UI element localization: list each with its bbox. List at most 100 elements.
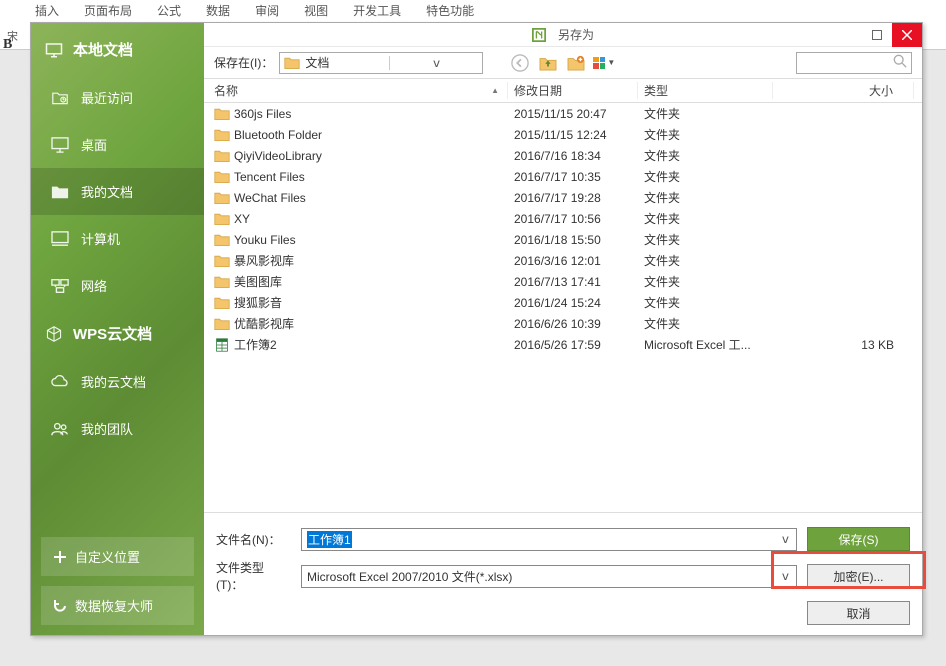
file-name: 搜狐影音 xyxy=(234,294,282,311)
sidebar-item-label: 计算机 xyxy=(81,229,120,248)
sidebar: 本地文档 最近访问 桌面 我的文档 计算机 网络 WPS云文档 我的 xyxy=(31,23,204,635)
sidebar-header-cloud: WPS云文档 xyxy=(31,317,204,358)
maximize-button[interactable] xyxy=(862,23,892,47)
file-date: 2016/6/26 10:39 xyxy=(508,317,638,331)
file-name: QiyiVideoLibrary xyxy=(234,149,322,163)
sidebar-item-team[interactable]: 我的团队 xyxy=(31,405,204,452)
sidebar-item-computer[interactable]: 计算机 xyxy=(31,215,204,262)
close-button[interactable] xyxy=(892,23,922,47)
cancel-button[interactable]: 取消 xyxy=(807,601,910,625)
sidebar-item-label: 桌面 xyxy=(81,135,107,154)
file-type: 文件夹 xyxy=(638,294,773,311)
ribbon-tab[interactable]: 特色功能 xyxy=(426,2,474,19)
save-in-label: 保存在(I)： xyxy=(214,54,273,71)
file-row[interactable]: 美图图库 2016/7/13 17:41文件夹 xyxy=(204,271,922,292)
filetype-label: 文件类型(T)： xyxy=(216,559,291,593)
chevron-down-icon: ⅴ xyxy=(780,569,791,583)
search-input[interactable] xyxy=(796,52,912,74)
ribbon-tab[interactable]: 页面布局 xyxy=(84,2,132,19)
sidebar-item-label: 网络 xyxy=(81,276,107,295)
file-type: 文件夹 xyxy=(638,168,773,185)
column-header-name[interactable]: 名称▲ xyxy=(208,82,508,99)
file-type: Microsoft Excel 工... xyxy=(638,336,773,353)
ribbon-tab[interactable]: 视图 xyxy=(304,2,328,19)
monitor-icon xyxy=(45,42,63,58)
view-mode-button[interactable]: ▼ xyxy=(593,52,615,74)
file-date: 2016/3/16 12:01 xyxy=(508,254,638,268)
file-type: 文件夹 xyxy=(638,147,773,164)
file-row[interactable]: 工作簿22016/5/26 17:59Microsoft Excel 工...1… xyxy=(204,334,922,355)
file-name: 优酷影视库 xyxy=(234,315,294,332)
sidebar-item-label: 最近访问 xyxy=(81,88,133,107)
file-row[interactable]: WeChat Files2016/7/17 19:28文件夹 xyxy=(204,187,922,208)
file-type: 文件夹 xyxy=(638,210,773,227)
folder-icon xyxy=(51,184,69,200)
bottom-panel: 文件名(N)： 工作簿1 ⅴ 保存(S) 文件类型(T)： Microsoft … xyxy=(204,512,922,635)
column-header-date[interactable]: 修改日期 xyxy=(508,82,638,99)
encrypt-button[interactable]: 加密(E)... xyxy=(807,564,910,588)
file-name: 360js Files xyxy=(234,107,291,121)
sidebar-item-recent[interactable]: 最近访问 xyxy=(31,74,204,121)
filetype-select[interactable]: Microsoft Excel 2007/2010 文件(*.xlsx) ⅴ xyxy=(301,565,797,588)
recent-icon xyxy=(51,90,69,106)
up-folder-button[interactable] xyxy=(537,52,559,74)
file-date: 2016/5/26 17:59 xyxy=(508,338,638,352)
custom-location-button[interactable]: 自定义位置 xyxy=(41,537,194,576)
refresh-icon xyxy=(53,599,67,613)
file-row[interactable]: 搜狐影音2016/1/24 15:24文件夹 xyxy=(204,292,922,313)
data-recovery-button[interactable]: 数据恢复大师 xyxy=(41,586,194,625)
chevron-down-icon: ⅴ xyxy=(389,56,479,70)
file-row[interactable]: Youku Files2016/1/18 15:50文件夹 xyxy=(204,229,922,250)
dialog-title: 另存为 xyxy=(558,26,594,43)
file-name: 工作簿2 xyxy=(234,336,277,353)
file-name: 暴风影视库 xyxy=(234,252,294,269)
ribbon-tab[interactable]: 插入 xyxy=(35,2,59,19)
file-date: 2016/7/13 17:41 xyxy=(508,275,638,289)
search-icon xyxy=(893,54,907,71)
plus-icon xyxy=(53,550,67,564)
file-row[interactable]: 暴风影视库 2016/3/16 12:01文件夹 xyxy=(204,250,922,271)
bold-button[interactable]: B xyxy=(3,37,12,53)
file-row[interactable]: 360js Files2015/11/15 20:47文件夹 xyxy=(204,103,922,124)
ribbon-tab[interactable]: 开发工具 xyxy=(353,2,401,19)
app-icon xyxy=(532,28,546,42)
file-row[interactable]: QiyiVideoLibrary2016/7/16 18:34文件夹 xyxy=(204,145,922,166)
sidebar-item-label: 我的团队 xyxy=(81,419,133,438)
sort-arrow-icon: ▲ xyxy=(491,86,499,95)
file-type: 文件夹 xyxy=(638,315,773,332)
filename-input[interactable]: 工作簿1 ⅴ xyxy=(301,528,797,551)
ribbon-tabs: 插入 页面布局 公式 数据 审阅 视图 开发工具 特色功能 xyxy=(35,2,474,19)
sidebar-item-network[interactable]: 网络 xyxy=(31,262,204,309)
sidebar-item-desktop[interactable]: 桌面 xyxy=(31,121,204,168)
ribbon-tab[interactable]: 数据 xyxy=(206,2,230,19)
column-header-type[interactable]: 类型 xyxy=(638,82,773,99)
file-name: XY xyxy=(234,212,250,226)
sidebar-item-documents[interactable]: 我的文档 xyxy=(31,168,204,215)
save-button[interactable]: 保存(S) xyxy=(807,527,910,551)
file-row[interactable]: Tencent Files2016/7/17 10:35文件夹 xyxy=(204,166,922,187)
chevron-down-icon: ▼ xyxy=(607,58,615,67)
back-button[interactable] xyxy=(509,52,531,74)
network-icon xyxy=(51,278,69,294)
sidebar-item-label: 我的云文档 xyxy=(81,372,146,391)
column-header-size[interactable]: 大小 xyxy=(773,82,914,99)
file-name: 美图图库 xyxy=(234,273,282,290)
team-icon xyxy=(51,421,69,437)
computer-icon xyxy=(51,231,69,247)
file-type: 文件夹 xyxy=(638,273,773,290)
chevron-down-icon: ⅴ xyxy=(780,532,791,546)
file-type: 文件夹 xyxy=(638,231,773,248)
file-row[interactable]: Bluetooth Folder2015/11/15 12:24文件夹 xyxy=(204,124,922,145)
file-date: 2016/7/17 10:35 xyxy=(508,170,638,184)
sidebar-header-local: 本地文档 xyxy=(31,33,204,74)
new-folder-button[interactable] xyxy=(565,52,587,74)
ribbon-tab[interactable]: 公式 xyxy=(157,2,181,19)
column-headers: 名称▲ 修改日期 类型 大小 xyxy=(204,79,922,103)
location-select[interactable]: 文档 ⅴ xyxy=(279,52,483,74)
file-row[interactable]: XY2016/7/17 10:56文件夹 xyxy=(204,208,922,229)
sidebar-item-cloud-docs[interactable]: 我的云文档 xyxy=(31,358,204,405)
file-row[interactable]: 优酷影视库 2016/6/26 10:39文件夹 xyxy=(204,313,922,334)
ribbon-tab[interactable]: 审阅 xyxy=(255,2,279,19)
file-type: 文件夹 xyxy=(638,252,773,269)
titlebar: 另存为 xyxy=(204,23,922,47)
